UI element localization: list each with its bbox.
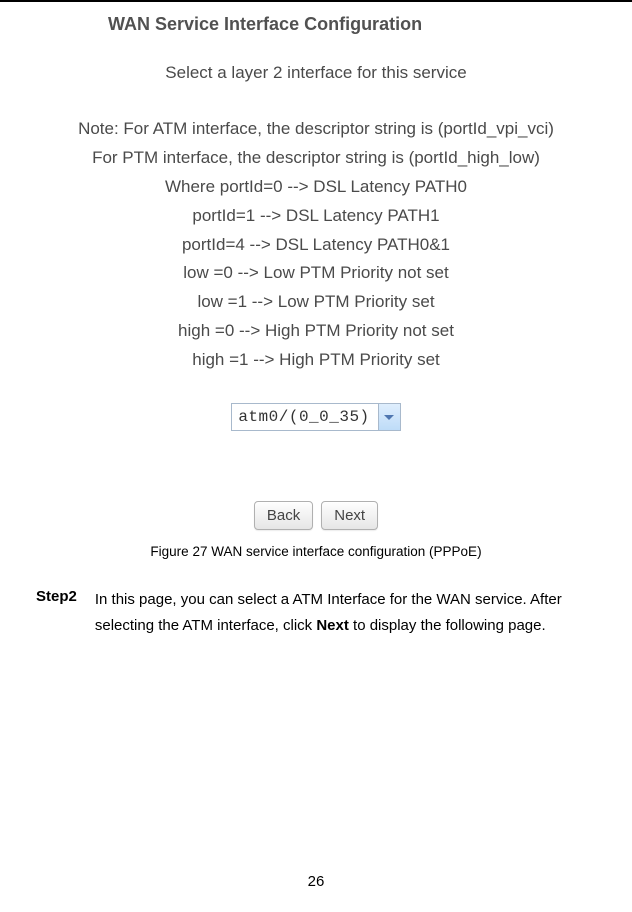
button-row: Back Next: [0, 501, 632, 530]
page-subtitle: Select a layer 2 interface for this serv…: [0, 63, 632, 83]
interface-select-value: atm0/(0_0_35): [232, 408, 377, 426]
note-line: high =1 --> High PTM Priority set: [0, 346, 632, 375]
step-text: In this page, you can select a ATM Inter…: [95, 587, 604, 638]
chevron-down-icon: [384, 415, 394, 420]
interface-select[interactable]: atm0/(0_0_35): [231, 403, 400, 431]
figure-caption: Figure 27 WAN service interface configur…: [0, 544, 632, 559]
dropdown-button[interactable]: [378, 404, 400, 430]
page-number: 26: [0, 873, 632, 890]
page-title: WAN Service Interface Configuration: [0, 14, 632, 35]
note-line: high =0 --> High PTM Priority not set: [0, 317, 632, 346]
step-row: Step2 In this page, you can select a ATM…: [0, 587, 632, 638]
note-line: Note: For ATM interface, the descriptor …: [0, 115, 632, 144]
note-line: portId=4 --> DSL Latency PATH0&1: [0, 231, 632, 260]
note-line: portId=1 --> DSL Latency PATH1: [0, 202, 632, 231]
note-line: For PTM interface, the descriptor string…: [0, 144, 632, 173]
note-block: Note: For ATM interface, the descriptor …: [0, 115, 632, 375]
config-screenshot: WAN Service Interface Configuration Sele…: [0, 0, 632, 530]
note-line: Where portId=0 --> DSL Latency PATH0: [0, 173, 632, 202]
note-line: low =0 --> Low PTM Priority not set: [0, 259, 632, 288]
interface-dropdown-row: atm0/(0_0_35): [0, 403, 632, 431]
step-label: Step2: [36, 587, 77, 605]
note-line: low =1 --> Low PTM Priority set: [0, 288, 632, 317]
next-button[interactable]: Next: [321, 501, 378, 530]
back-button[interactable]: Back: [254, 501, 313, 530]
